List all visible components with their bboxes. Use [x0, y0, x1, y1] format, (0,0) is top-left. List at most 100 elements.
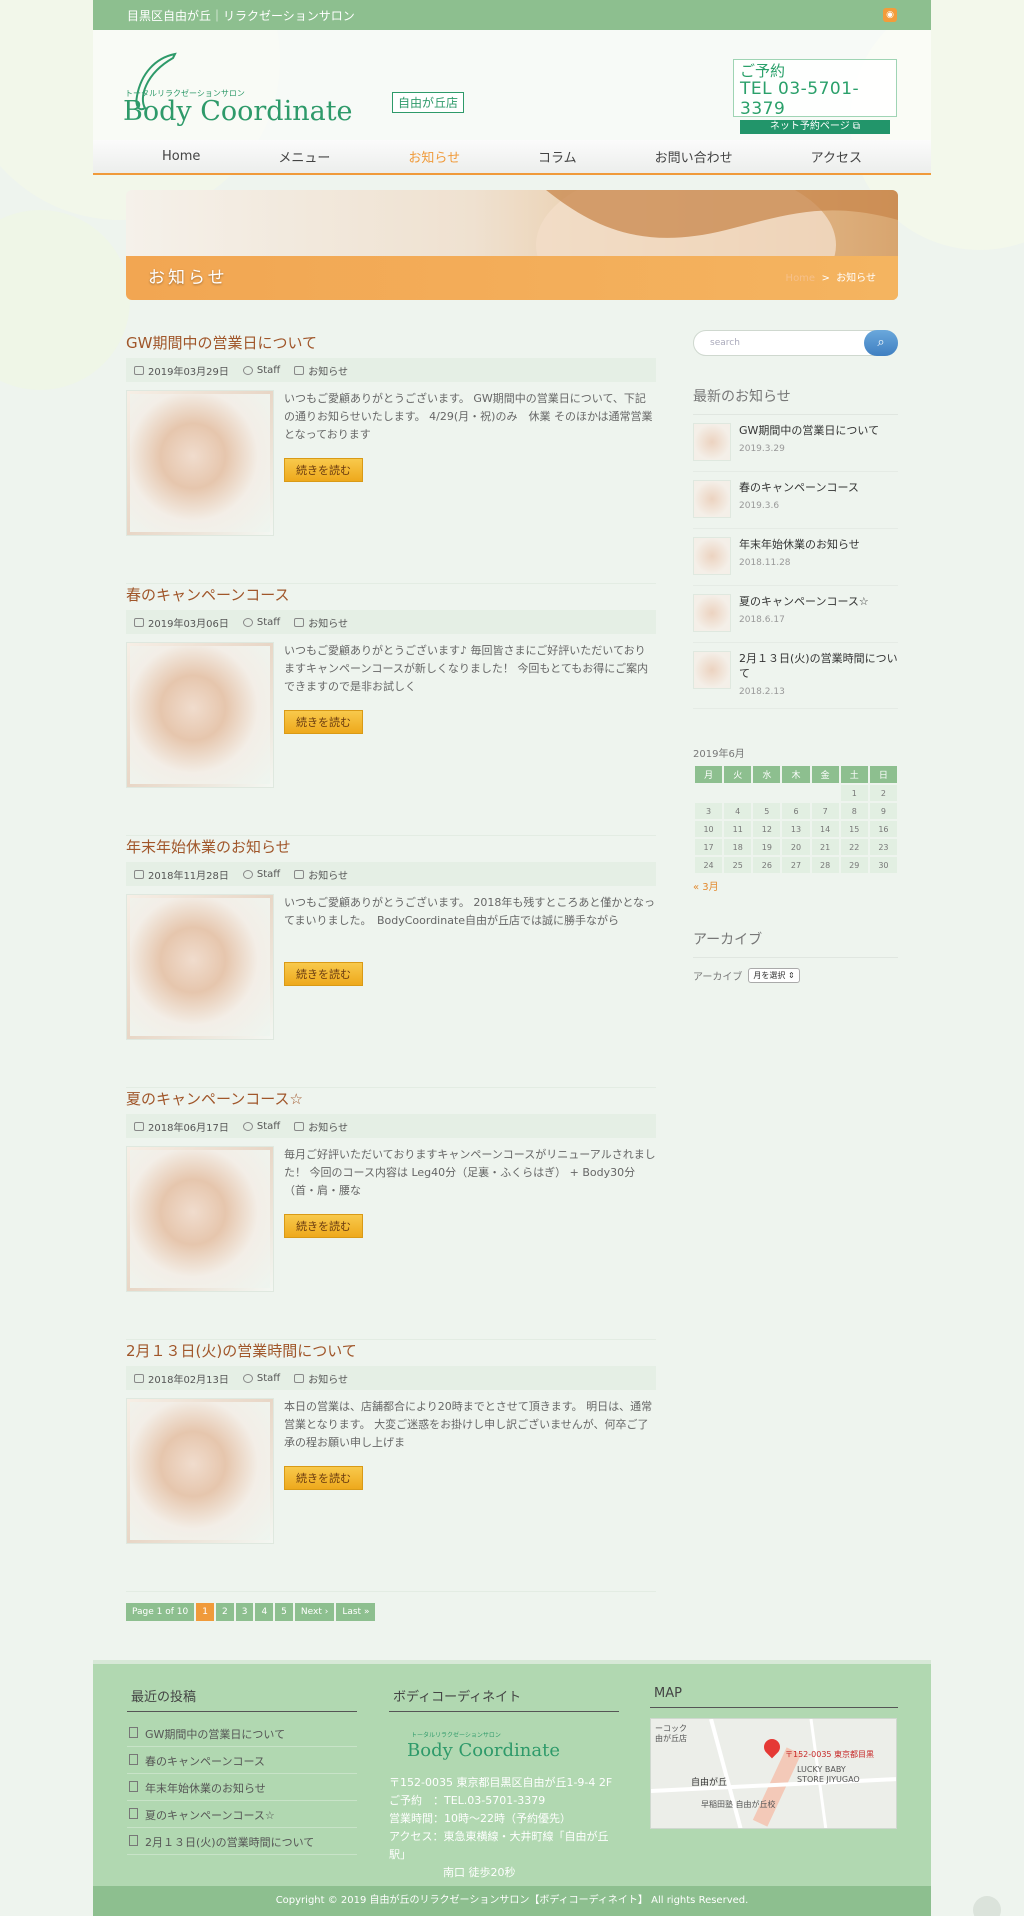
footer-hours: 営業時間：10時〜22時（予約優先）: [389, 1812, 571, 1825]
nav-access[interactable]: アクセス: [811, 147, 862, 166]
post-title[interactable]: 春のキャンペーンコース: [126, 584, 656, 606]
post-thumbnail[interactable]: [126, 642, 274, 788]
read-more-button[interactable]: 続きを読む: [284, 1466, 363, 1490]
footer-recent-item[interactable]: 年末年始休業のお知らせ: [127, 1774, 357, 1801]
recent-item-title[interactable]: GW期間中の営業日について: [739, 423, 879, 438]
nav-column[interactable]: コラム: [538, 147, 577, 166]
footer-logo[interactable]: トータルリラクゼーションサロン Body Coordinate: [389, 1726, 619, 1774]
post-thumbnail[interactable]: [126, 1146, 274, 1292]
logo-name[interactable]: Body Coordinate: [123, 96, 353, 127]
post-title[interactable]: 夏のキャンペーンコース☆: [126, 1088, 656, 1110]
recent-thumbnail[interactable]: [693, 537, 731, 575]
footer-tel[interactable]: ご予約 ：TEL.03-5701-3379: [389, 1792, 619, 1810]
calendar-day: [782, 785, 809, 801]
recent-item[interactable]: 2月１３日(火)の営業時間について 2018.2.13: [693, 643, 898, 709]
search-input[interactable]: search: [710, 338, 740, 348]
recent-widget: 最新のお知らせ GW期間中の営業日について 2019.3.29 春のキャンペーンコ…: [693, 386, 898, 709]
post-meta: 2019年03月29日 Staff お知らせ: [126, 358, 656, 382]
nav-news[interactable]: お知らせ: [408, 147, 460, 166]
post-category[interactable]: お知らせ: [308, 1119, 348, 1134]
footer-address: 〒152-0035 東京都目黒区自由が丘1-9-4 2F: [389, 1776, 613, 1789]
post-category[interactable]: お知らせ: [308, 1371, 348, 1386]
recent-item[interactable]: GW期間中の営業日について 2019.3.29: [693, 415, 898, 472]
calendar-prev-month[interactable]: « 3月: [693, 878, 898, 893]
recent-item-title[interactable]: 2月１３日(火)の営業時間について: [739, 651, 898, 681]
recent-item-title[interactable]: 夏のキャンペーンコース☆: [739, 594, 869, 609]
nav-home[interactable]: Home: [162, 149, 200, 164]
recent-thumbnail[interactable]: [693, 594, 731, 632]
archive-select-value: 月を選択: [753, 971, 786, 980]
post-thumbnail[interactable]: [126, 1398, 274, 1544]
footer-company: ボディコーディネイト トータルリラクゼーションサロン Body Coordina…: [389, 1686, 619, 1882]
post-author[interactable]: Staff: [257, 1373, 280, 1384]
post-title[interactable]: GW期間中の営業日について: [126, 332, 656, 354]
site-tagline: 目黒区自由が丘｜リラクゼーションサロン: [127, 8, 355, 23]
recent-item[interactable]: 夏のキャンペーンコース☆ 2018.6.17: [693, 586, 898, 643]
post-meta: 2018年02月13日 Staff お知らせ: [126, 1366, 656, 1390]
nav-menu[interactable]: メニュー: [278, 147, 330, 166]
post-title[interactable]: 2月１３日(火)の営業時間について: [126, 1340, 656, 1362]
post-category[interactable]: お知らせ: [308, 615, 348, 630]
recent-item[interactable]: 春のキャンペーンコース 2019.3.6: [693, 472, 898, 529]
recent-item-title[interactable]: 年末年始休業のお知らせ: [739, 537, 860, 552]
calendar-day: 18: [724, 839, 752, 855]
page-4[interactable]: 4: [255, 1603, 274, 1621]
calendar-day: 27: [782, 857, 810, 873]
page-2[interactable]: 2: [215, 1603, 234, 1621]
user-icon: [242, 365, 253, 375]
footer-recent-item[interactable]: GW期間中の営業日について: [127, 1720, 357, 1747]
page-title: お知らせ: [148, 268, 228, 288]
page-1[interactable]: 1: [196, 1603, 214, 1621]
recent-thumbnail[interactable]: [693, 423, 731, 461]
post-category[interactable]: お知らせ: [308, 867, 348, 882]
recent-item-title[interactable]: 春のキャンペーンコース: [739, 480, 859, 495]
post-author[interactable]: Staff: [257, 617, 280, 628]
post-title[interactable]: 年末年始休業のお知らせ: [126, 836, 656, 858]
read-more-button[interactable]: 続きを読む: [284, 962, 363, 986]
calendar-day: 14: [811, 821, 839, 837]
footer-access-2: 南口 徒歩20秒: [443, 1866, 516, 1879]
breadcrumb-home[interactable]: Home: [786, 273, 816, 284]
calendar-header: 木: [782, 766, 810, 783]
read-more-button[interactable]: 続きを読む: [284, 1214, 363, 1238]
page-5[interactable]: 5: [275, 1603, 293, 1621]
post-excerpt: 本日の営業は、店舗都合により20時までとさせて頂きます。 明日は、通常営業となり…: [284, 1400, 653, 1449]
calendar-icon: [134, 1373, 144, 1383]
reservation-box[interactable]: ご予約 TEL 03-5701-3379 ネット予約ページ ⧉: [733, 59, 897, 134]
post-author[interactable]: Staff: [257, 1121, 280, 1132]
search-icon[interactable]: ⌕: [864, 330, 898, 356]
nav-contact[interactable]: お問い合わせ: [655, 147, 733, 166]
recent-thumbnail[interactable]: [693, 651, 731, 689]
google-map[interactable]: ーコック 由が丘店 〒152-0035 東京都目黒 自由が丘 LUCKY BAB…: [650, 1718, 897, 1829]
post-author[interactable]: Staff: [257, 869, 280, 880]
next-page[interactable]: Next ›: [294, 1603, 335, 1621]
net-reservation-button[interactable]: ネット予約ページ ⧉: [740, 120, 890, 134]
post-author[interactable]: Staff: [257, 365, 280, 376]
post-thumbnail[interactable]: [126, 894, 274, 1040]
calendar-day: 25: [724, 857, 752, 873]
post-category[interactable]: お知らせ: [308, 363, 348, 378]
category-icon: [294, 1373, 305, 1383]
post-meta: 2018年11月28日 Staff お知らせ: [126, 862, 656, 886]
top-bar: 目黒区自由が丘｜リラクゼーションサロン ◉: [93, 0, 931, 30]
reservation-tel[interactable]: TEL 03-5701-3379: [740, 79, 890, 119]
page-hero: お知らせ Home > お知らせ: [126, 190, 898, 300]
back-to-top-button[interactable]: [973, 1896, 1001, 1916]
archive-select[interactable]: 月を選択 ⇕: [748, 968, 800, 983]
page-3[interactable]: 3: [235, 1603, 254, 1621]
rss-icon[interactable]: ◉: [883, 8, 897, 22]
calendar-day: 8: [840, 803, 868, 819]
calendar-day: 7: [811, 803, 839, 819]
last-page[interactable]: Last »: [336, 1603, 376, 1621]
read-more-button[interactable]: 続きを読む: [284, 458, 363, 482]
calendar-day: 17: [695, 839, 723, 855]
calendar-day: 4: [724, 803, 752, 819]
footer-recent-item[interactable]: 夏のキャンペーンコース☆: [127, 1801, 357, 1828]
calendar-day: [812, 785, 839, 801]
footer-recent-item[interactable]: 2月１３日(火)の営業時間について: [127, 1828, 357, 1855]
recent-item[interactable]: 年末年始休業のお知らせ 2018.11.28: [693, 529, 898, 586]
post-thumbnail[interactable]: [126, 390, 274, 536]
footer-recent-item[interactable]: 春のキャンペーンコース: [127, 1747, 357, 1774]
recent-thumbnail[interactable]: [693, 480, 731, 518]
read-more-button[interactable]: 続きを読む: [284, 710, 363, 734]
